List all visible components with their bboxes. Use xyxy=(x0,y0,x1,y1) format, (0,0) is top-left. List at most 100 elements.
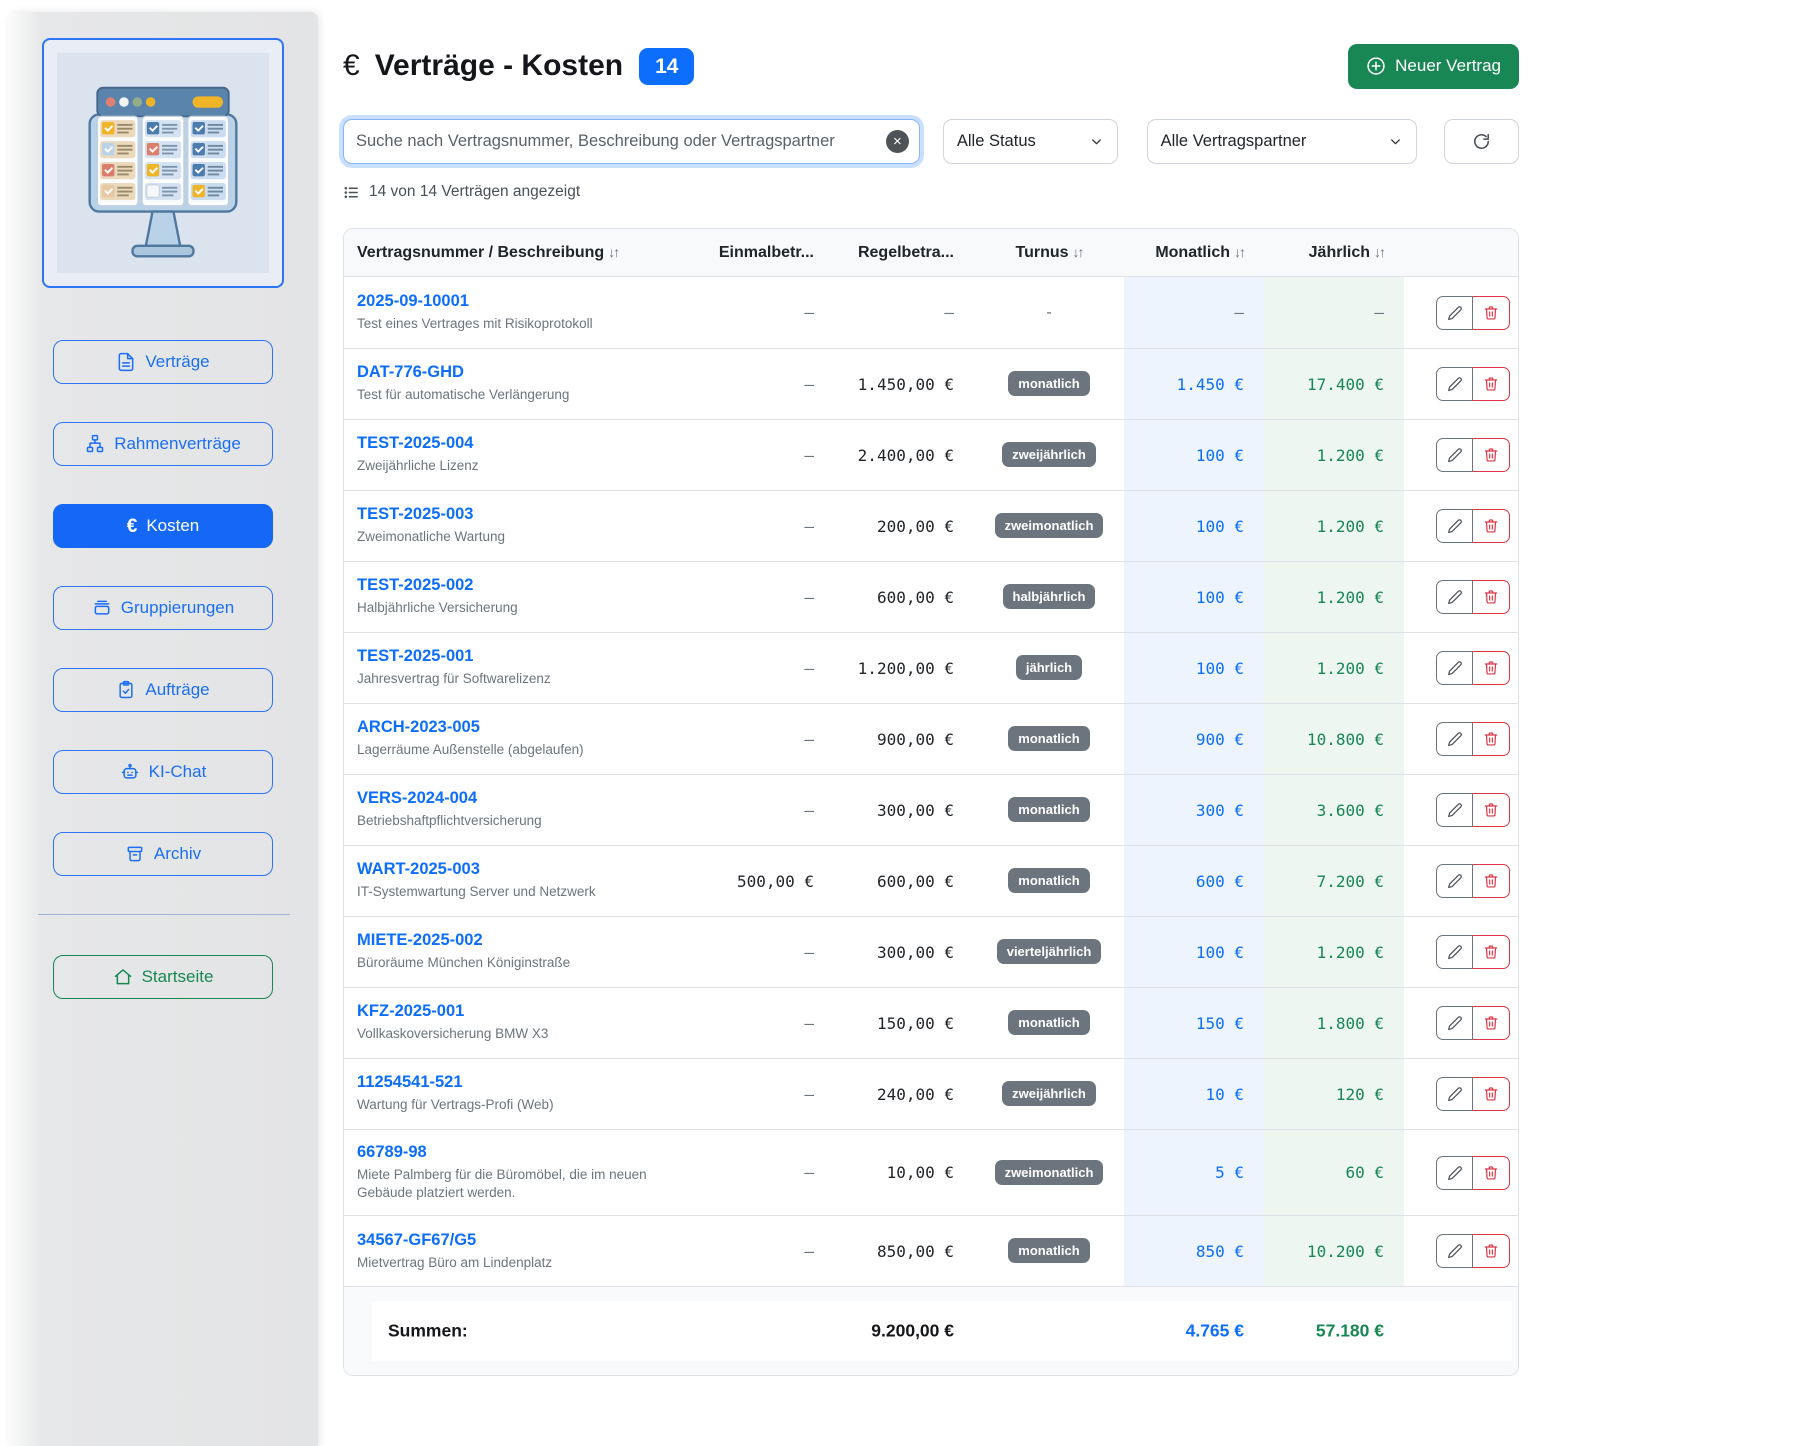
contract-number-link[interactable]: 2025-09-10001 xyxy=(357,292,469,311)
sidebar-item-vertraege[interactable]: Verträge xyxy=(53,340,273,384)
edit-button[interactable] xyxy=(1436,296,1473,330)
edit-button[interactable] xyxy=(1436,509,1473,543)
billing-cycle-badge: halbjährlich xyxy=(1003,584,1096,609)
edit-button[interactable] xyxy=(1436,793,1473,827)
contract-description: Miete Palmberg für die Büromöbel, die im… xyxy=(357,1166,682,1202)
delete-button[interactable] xyxy=(1473,935,1510,969)
status-filter-select[interactable]: Alle Status xyxy=(943,119,1118,164)
row-actions xyxy=(1404,845,1518,916)
contract-number-link[interactable]: KFZ-2025-001 xyxy=(357,1002,464,1021)
sidebar-item-startseite[interactable]: Startseite xyxy=(53,955,273,999)
sidebar-item-auftraege[interactable]: Aufträge xyxy=(53,668,273,712)
delete-button[interactable] xyxy=(1473,793,1510,827)
edit-button[interactable] xyxy=(1436,864,1473,898)
contract-number-link[interactable]: 34567-GF67/G5 xyxy=(357,1231,476,1250)
yearly-amount: 3.600 € xyxy=(1264,774,1404,845)
trash-icon xyxy=(1483,518,1499,534)
edit-button[interactable] xyxy=(1436,1234,1473,1268)
chevron-down-icon xyxy=(1388,134,1403,149)
billing-cycle-badge: monatlich xyxy=(1008,726,1089,751)
column-header-vertragsnummer[interactable]: Vertragsnummer / Beschreibung↓↑ xyxy=(344,229,694,277)
trash-icon xyxy=(1483,1165,1499,1181)
partner-filter-select[interactable]: Alle Vertragspartner xyxy=(1147,119,1418,164)
billing-cycle-badge: zweimonatlich xyxy=(995,513,1104,538)
edit-button[interactable] xyxy=(1436,722,1473,756)
regular-amount: 240,00 € xyxy=(834,1058,974,1129)
row-actions xyxy=(1404,419,1518,490)
sidebar-item-label: Rahmenverträge xyxy=(114,434,241,454)
table-row: KFZ-2025-001 Vollkaskoversicherung BMW X… xyxy=(344,987,1518,1058)
sidebar-item-rahmenvertraege[interactable]: Rahmenverträge xyxy=(53,422,273,466)
monthly-amount: 100 € xyxy=(1124,916,1264,987)
one-time-amount: – xyxy=(694,916,834,987)
contract-number-link[interactable]: TEST-2025-003 xyxy=(357,505,473,524)
yearly-amount: 1.200 € xyxy=(1264,419,1404,490)
delete-button[interactable] xyxy=(1473,651,1510,685)
row-actions xyxy=(1404,490,1518,561)
sidebar-item-label: KI-Chat xyxy=(149,762,207,782)
contract-number-link[interactable]: ARCH-2023-005 xyxy=(357,718,480,737)
contract-number-link[interactable]: VERS-2024-004 xyxy=(357,789,477,808)
column-header-regelbetrag: Regelbetra... xyxy=(834,229,974,277)
contract-number-link[interactable]: MIETE-2025-002 xyxy=(357,931,483,950)
contract-number-link[interactable]: TEST-2025-001 xyxy=(357,647,473,666)
delete-button[interactable] xyxy=(1473,580,1510,614)
billing-cycle-badge: monatlich xyxy=(1008,1238,1089,1263)
new-contract-button[interactable]: Neuer Vertrag xyxy=(1348,44,1519,89)
billing-cycle-badge: monatlich xyxy=(1008,797,1089,822)
edit-button[interactable] xyxy=(1436,580,1473,614)
delete-button[interactable] xyxy=(1473,296,1510,330)
sidebar-item-ki-chat[interactable]: KI-Chat xyxy=(53,750,273,794)
edit-button[interactable] xyxy=(1436,935,1473,969)
edit-button[interactable] xyxy=(1436,1077,1473,1111)
delete-button[interactable] xyxy=(1473,1006,1510,1040)
contract-number-link[interactable]: 66789-98 xyxy=(357,1143,427,1162)
refresh-button[interactable] xyxy=(1444,119,1519,164)
monthly-amount: 100 € xyxy=(1124,490,1264,561)
trash-icon xyxy=(1483,1086,1499,1102)
trash-icon xyxy=(1483,589,1499,605)
contract-description: Betriebshaftpflichtversicherung xyxy=(357,812,682,830)
delete-button[interactable] xyxy=(1473,722,1510,756)
delete-button[interactable] xyxy=(1473,509,1510,543)
column-header-jaehrlich[interactable]: Jährlich↓↑ xyxy=(1264,229,1404,277)
contract-number-link[interactable]: TEST-2025-004 xyxy=(357,434,473,453)
column-header-turnus[interactable]: Turnus↓↑ xyxy=(974,229,1124,277)
clear-search-icon[interactable]: × xyxy=(886,130,909,153)
delete-button[interactable] xyxy=(1473,438,1510,472)
sidebar-item-label: Kosten xyxy=(146,516,199,536)
contracts-table: Vertragsnummer / Beschreibung↓↑ Einmalbe… xyxy=(344,229,1518,1286)
column-header-monatlich[interactable]: Monatlich↓↑ xyxy=(1124,229,1264,277)
pencil-icon xyxy=(1447,447,1463,463)
delete-button[interactable] xyxy=(1473,1077,1510,1111)
delete-button[interactable] xyxy=(1473,864,1510,898)
sidebar-item-gruppierungen[interactable]: Gruppierungen xyxy=(53,586,273,630)
billing-cycle-badge: zweijährlich xyxy=(1002,1081,1096,1106)
contract-number-link[interactable]: 11254541-521 xyxy=(357,1073,463,1092)
contract-number-link[interactable]: WART-2025-003 xyxy=(357,860,480,879)
delete-button[interactable] xyxy=(1473,1234,1510,1268)
edit-button[interactable] xyxy=(1436,651,1473,685)
contract-count-badge: 14 xyxy=(639,48,694,85)
trash-icon xyxy=(1483,660,1499,676)
table-summary-row: Summen: 9.200,00 € 4.765 € 57.180 € xyxy=(344,1286,1518,1375)
sort-icon: ↓↑ xyxy=(1374,244,1384,260)
edit-button[interactable] xyxy=(1436,367,1473,401)
edit-button[interactable] xyxy=(1436,1006,1473,1040)
contract-number-link[interactable]: DAT-776-GHD xyxy=(357,363,464,382)
contract-number-link[interactable]: TEST-2025-002 xyxy=(357,576,473,595)
sidebar-item-archiv[interactable]: Archiv xyxy=(53,832,273,876)
delete-button[interactable] xyxy=(1473,367,1510,401)
summary-regular-total: 9.200,00 € xyxy=(871,1321,954,1342)
edit-button[interactable] xyxy=(1436,1156,1473,1190)
delete-button[interactable] xyxy=(1473,1156,1510,1190)
pencil-icon xyxy=(1447,305,1463,321)
sort-icon: ↓↑ xyxy=(608,244,618,260)
yearly-amount: 60 € xyxy=(1264,1129,1404,1215)
row-actions xyxy=(1404,632,1518,703)
one-time-amount: – xyxy=(694,1058,834,1129)
sidebar-item-kosten[interactable]: € Kosten xyxy=(53,504,273,548)
edit-button[interactable] xyxy=(1436,438,1473,472)
search-input[interactable] xyxy=(343,119,920,164)
pencil-icon xyxy=(1447,660,1463,676)
